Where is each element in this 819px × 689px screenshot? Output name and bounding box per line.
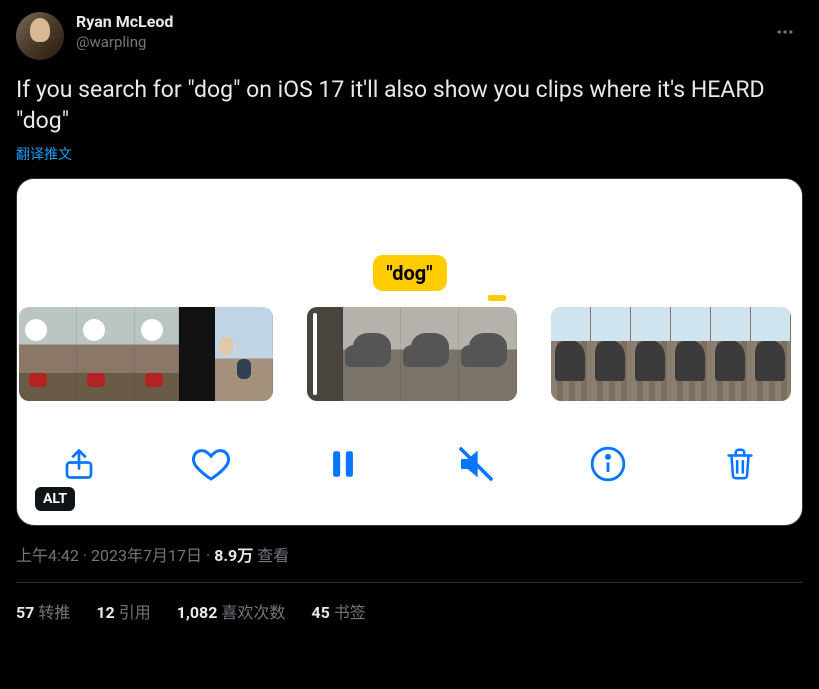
media-toolbar bbox=[17, 419, 802, 525]
media-top-space bbox=[17, 179, 802, 259]
likes-stat[interactable]: 1,082喜欢次数 bbox=[177, 599, 286, 623]
like-button[interactable] bbox=[189, 442, 233, 486]
video-frame bbox=[307, 307, 343, 401]
video-frame bbox=[671, 307, 711, 401]
stat-label: 喜欢次数 bbox=[221, 603, 285, 622]
views-label: 查看 bbox=[257, 546, 289, 565]
trash-icon bbox=[723, 447, 757, 481]
tweet-meta: 上午4:42·2023年7月17日·8.9万 查看 bbox=[16, 542, 803, 583]
video-frame bbox=[459, 307, 517, 401]
tweet-stats: 57转推 12 引用 1,082喜欢次数 45 书签 bbox=[16, 583, 803, 623]
tweet-time[interactable]: 上午4:42 bbox=[16, 546, 79, 565]
bookmarks-stat[interactable]: 45 书签 bbox=[311, 599, 365, 623]
ellipsis-icon bbox=[775, 22, 795, 42]
share-button[interactable] bbox=[57, 442, 101, 486]
mute-icon bbox=[456, 444, 496, 484]
quotes-stat[interactable]: 12 引用 bbox=[96, 599, 150, 623]
clip-group[interactable] bbox=[19, 307, 273, 401]
display-name: Ryan McLeod bbox=[76, 12, 173, 33]
video-frame bbox=[711, 307, 751, 401]
video-frame bbox=[631, 307, 671, 401]
search-term-pill: "dog" bbox=[372, 255, 446, 291]
more-button[interactable] bbox=[767, 14, 803, 50]
author-names[interactable]: Ryan McLeod @warpling bbox=[76, 12, 173, 52]
stat-label: 书签 bbox=[334, 603, 366, 622]
tweet-header: Ryan McLeod @warpling bbox=[16, 12, 803, 60]
video-frame bbox=[751, 307, 791, 401]
video-frame bbox=[215, 307, 273, 401]
stat-count: 57 bbox=[16, 603, 34, 622]
pause-button[interactable] bbox=[321, 442, 365, 486]
info-icon bbox=[589, 445, 627, 483]
video-scrubber[interactable] bbox=[17, 307, 802, 401]
stat-label: 引用 bbox=[119, 603, 151, 622]
heart-icon bbox=[191, 444, 231, 484]
video-frame bbox=[343, 307, 401, 401]
tweet-date[interactable]: 2023年7月17日 bbox=[91, 546, 202, 565]
stat-count: 45 bbox=[311, 603, 329, 622]
video-frame bbox=[77, 307, 135, 401]
video-frame bbox=[135, 307, 179, 401]
mute-button[interactable] bbox=[454, 442, 498, 486]
video-frame bbox=[551, 307, 591, 401]
tweet-container: Ryan McLeod @warpling If you search for … bbox=[0, 0, 819, 635]
handle: @warpling bbox=[76, 33, 173, 53]
retweets-stat[interactable]: 57转推 bbox=[16, 599, 70, 623]
pause-icon bbox=[326, 447, 360, 481]
media-card[interactable]: "dog" bbox=[16, 178, 803, 526]
clip-group[interactable] bbox=[307, 307, 517, 401]
info-button[interactable] bbox=[586, 442, 630, 486]
stat-count: 12 bbox=[96, 603, 114, 622]
tweet-text: If you search for "dog" on iOS 17 it'll … bbox=[16, 74, 803, 136]
alt-badge[interactable]: ALT bbox=[35, 487, 75, 511]
clip-group[interactable] bbox=[551, 307, 791, 401]
video-frame bbox=[179, 307, 215, 401]
stat-count: 1,082 bbox=[177, 603, 218, 622]
translate-link[interactable]: 翻译推文 bbox=[16, 144, 72, 164]
delete-button[interactable] bbox=[718, 442, 762, 486]
playhead-marker bbox=[488, 295, 506, 301]
stat-label: 转推 bbox=[38, 603, 70, 622]
video-frame bbox=[591, 307, 631, 401]
video-frame bbox=[19, 307, 77, 401]
views-count: 8.9万 bbox=[214, 546, 253, 565]
avatar[interactable] bbox=[16, 12, 64, 60]
share-icon bbox=[61, 446, 97, 482]
video-frame bbox=[401, 307, 459, 401]
